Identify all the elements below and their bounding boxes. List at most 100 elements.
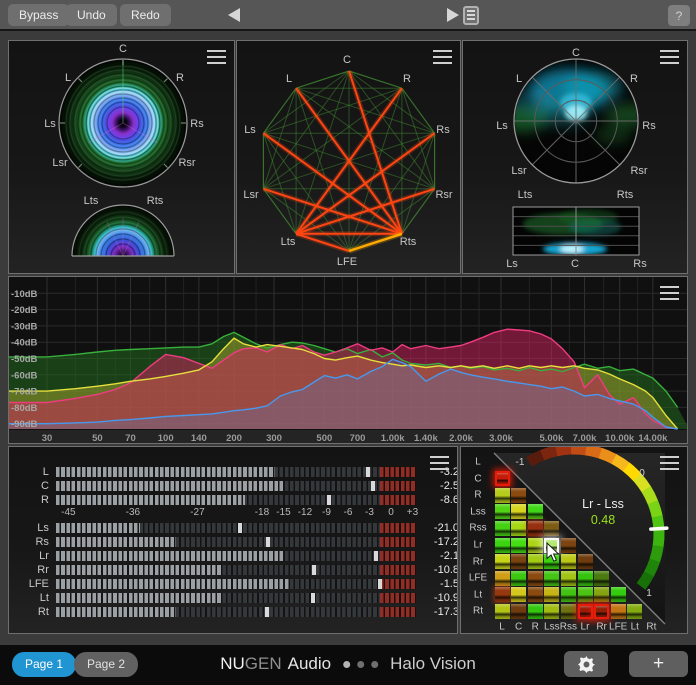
radar-display: [463, 41, 688, 274]
matrix-cell-Rt-Lr[interactable]: [578, 604, 593, 619]
channel-label-Ls: Ls: [496, 120, 508, 132]
matrix-cell-Rt-Rss[interactable]: [561, 604, 576, 619]
matrix-cell-C-L[interactable]: [495, 471, 510, 486]
matrix-col-label-Rss: Rss: [560, 622, 577, 633]
matrix-cell-Lt-LFE[interactable]: [611, 587, 626, 602]
svg-text:700: 700: [350, 433, 366, 444]
matrix-cell-Lt-C[interactable]: [511, 587, 526, 602]
matrix-cell-LFE-Rss[interactable]: [561, 571, 576, 586]
preset-list-icon[interactable]: [463, 6, 479, 25]
tab-page-1[interactable]: Page 1: [12, 652, 76, 677]
svg-text:3.00k: 3.00k: [489, 433, 513, 444]
matrix-cell-Rss-L[interactable]: [495, 521, 510, 536]
matrix-cell-LFE-Lss[interactable]: [544, 571, 559, 586]
matrix-cell-Lt-Lr[interactable]: [578, 587, 593, 602]
matrix-cell-Rr-Rss[interactable]: [561, 554, 576, 569]
matrix-cell-LFE-R[interactable]: [528, 571, 543, 586]
channel-label-LFE: LFE: [337, 256, 357, 268]
panel-menu-icon[interactable]: [430, 456, 449, 470]
svg-text:7.00k: 7.00k: [573, 433, 597, 444]
matrix-cell-LFE-Rr[interactable]: [594, 571, 609, 586]
matrix-cell-Rss-Lss[interactable]: [544, 521, 559, 536]
matrix-col-label-C: C: [515, 622, 522, 633]
channel-label-Rsr: Rsr: [630, 165, 647, 177]
tab-page-2[interactable]: Page 2: [74, 652, 138, 677]
meter-label: Rr: [9, 564, 56, 576]
axis-label-Rs: Rs: [633, 258, 646, 270]
matrix-cell-LFE-L[interactable]: [495, 571, 510, 586]
panel-menu-icon[interactable]: [433, 50, 452, 64]
svg-text:100: 100: [158, 433, 174, 444]
matrix-cell-Rt-R[interactable]: [528, 604, 543, 619]
help-button[interactable]: ?: [668, 5, 690, 26]
matrix-cell-Lr-R[interactable]: [528, 538, 543, 553]
matrix-cell-Lr-C[interactable]: [511, 538, 526, 553]
undo-button[interactable]: Undo: [66, 4, 117, 26]
correlation-matrix-panel: -101Lr - Lss0.48 LLCCRRLssLssRssRssLrLrR…: [460, 446, 688, 634]
matrix-cell-Rt-L[interactable]: [495, 604, 510, 619]
matrix-cell-LFE-Lr[interactable]: [578, 571, 593, 586]
svg-text:14.00k: 14.00k: [638, 433, 668, 444]
matrix-cell-Rt-C[interactable]: [511, 604, 526, 619]
meter-value: -8.6: [415, 494, 458, 506]
matrix-cell-Rt-LFE[interactable]: [611, 604, 626, 619]
matrix-cell-Rt-Lss[interactable]: [544, 604, 559, 619]
play-icon[interactable]: [447, 8, 459, 22]
matrix-cell-Lr-Rss[interactable]: [561, 538, 576, 553]
matrix-cell-Lr-L[interactable]: [495, 538, 510, 553]
matrix-col-label-Lr: Lr: [581, 622, 590, 633]
matrix-col-label-R: R: [532, 622, 539, 633]
peak-marker: [238, 523, 242, 533]
matrix-cell-Rt-Rr[interactable]: [594, 604, 609, 619]
matrix-cell-LFE-C[interactable]: [511, 571, 526, 586]
channel-label-Lts: Lts: [84, 195, 99, 207]
svg-text:140: 140: [191, 433, 207, 444]
redo-button[interactable]: Redo: [120, 4, 171, 26]
svg-text:-10dB: -10dB: [11, 289, 38, 300]
matrix-cell-Lt-Lss[interactable]: [544, 587, 559, 602]
panel-menu-icon[interactable]: [660, 286, 679, 300]
panel-menu-icon[interactable]: [660, 456, 679, 470]
matrix-cell-Lt-Rr[interactable]: [594, 587, 609, 602]
svg-text:200: 200: [226, 433, 242, 444]
matrix-cell-Rss-R[interactable]: [528, 521, 543, 536]
channel-label-L: L: [65, 72, 71, 84]
svg-text:-80dB: -80dB: [11, 403, 38, 414]
spectrum-chart: -10dB-20dB-30dB-40dB-50dB-60dB-70dB-80dB…: [9, 277, 688, 444]
meter-label: Rt: [9, 606, 56, 618]
meter-bar: [56, 593, 415, 603]
panel-menu-icon[interactable]: [660, 50, 679, 64]
meter-row-Ls: Ls-21.0: [9, 521, 458, 535]
matrix-cell-R-L[interactable]: [495, 488, 510, 503]
matrix-cell-Lt-L[interactable]: [495, 587, 510, 602]
channel-label-L: L: [286, 73, 292, 85]
meter-row-C: C-2.5: [9, 479, 458, 493]
matrix-row-label-LFE: LFE: [469, 573, 487, 584]
level-meters-panel: L-3.2C-2.5R-8.6Ls-21.0Rs-17.2Lr-2.1Rr-10…: [8, 446, 458, 634]
matrix-cell-Rr-Lr[interactable]: [578, 554, 593, 569]
settings-button[interactable]: [564, 651, 608, 677]
channel-label-Rs: Rs: [190, 118, 203, 130]
peak-marker: [374, 551, 378, 561]
matrix-row-label-Lt: Lt: [474, 589, 482, 600]
matrix-row-label-R: R: [474, 490, 481, 501]
svg-text:10.00k: 10.00k: [605, 433, 635, 444]
peak-marker: [266, 537, 270, 547]
panel-menu-icon[interactable]: [207, 50, 226, 64]
matrix-cell-Lt-Rss[interactable]: [561, 587, 576, 602]
matrix-cell-Rr-C[interactable]: [511, 554, 526, 569]
prev-preset-icon[interactable]: [228, 8, 240, 22]
matrix-cell-Rr-R[interactable]: [528, 554, 543, 569]
matrix-cell-Lss-R[interactable]: [528, 504, 543, 519]
matrix-cell-Lt-R[interactable]: [528, 587, 543, 602]
matrix-cell-Lss-L[interactable]: [495, 504, 510, 519]
bypass-button[interactable]: Bypass: [8, 4, 69, 26]
matrix-row-label-Rss: Rss: [469, 523, 486, 534]
add-module-button[interactable]: +: [629, 651, 688, 677]
matrix-cell-Lss-C[interactable]: [511, 504, 526, 519]
matrix-cell-Rr-L[interactable]: [495, 554, 510, 569]
matrix-cell-Rt-Lt[interactable]: [627, 604, 642, 619]
matrix-cell-Rss-C[interactable]: [511, 521, 526, 536]
meter-row-R: R-8.6: [9, 493, 458, 507]
matrix-cell-R-C[interactable]: [511, 488, 526, 503]
